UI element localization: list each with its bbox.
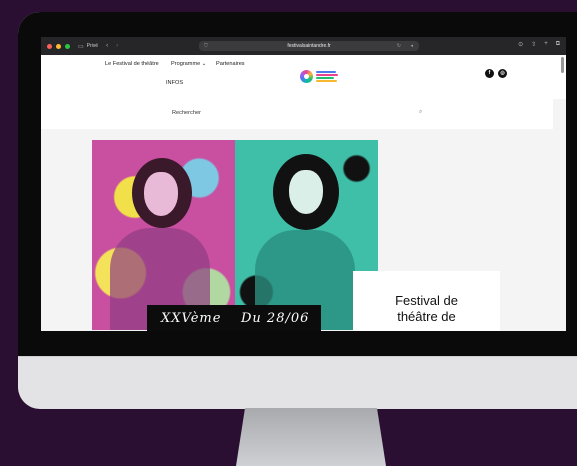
poster-left-face [144, 172, 178, 216]
forward-icon[interactable]: › [116, 43, 118, 49]
caption-edition: XXVème [161, 311, 222, 326]
poster-right-face [289, 170, 323, 214]
festival-title-card: Festival de théâtre de [353, 271, 500, 331]
browser-toolbar: ▭ Privé ‹ › ⛉ festivalsaintandre.fr ↻ ◂ … [41, 37, 566, 55]
instagram-icon[interactable]: ◎ [498, 69, 507, 78]
caption-date: Du 28/06 [241, 311, 310, 326]
shield-icon: ⛉ [204, 43, 208, 49]
logo-mark-icon [300, 69, 313, 83]
address-bar[interactable]: ⛉ festivalsaintandre.fr ↻ ◂ [199, 41, 419, 51]
card-title-line1: Festival de [395, 293, 458, 308]
logo-wordmark [316, 70, 338, 82]
search-icon[interactable]: ⌕ [419, 109, 422, 116]
url-text: festivalsaintandre.fr [287, 43, 331, 49]
nav-item-programme[interactable]: Programme ⌄ [171, 61, 206, 67]
search-band: Rechercher ⌕ [41, 99, 566, 132]
reload-icon[interactable]: ↻ [397, 41, 401, 51]
poster-left-panel [92, 140, 235, 330]
nav-item-infos[interactable]: INFOS [166, 80, 183, 86]
new-tab-icon[interactable]: + [544, 41, 548, 48]
share-icon[interactable]: ⇧ [531, 41, 536, 48]
search-input[interactable]: Rechercher ⌕ [41, 99, 553, 129]
zoom-window-button[interactable] [65, 43, 70, 49]
nav-item-festival[interactable]: Le Festival de théâtre [105, 61, 159, 67]
tabs-icon[interactable]: ⧉ [556, 41, 560, 48]
page-scrollbar[interactable] [561, 57, 564, 73]
private-mode-label: Privé [86, 43, 99, 49]
festival-logo[interactable] [300, 68, 346, 84]
back-icon[interactable]: ‹ [106, 43, 108, 49]
search-placeholder: Rechercher [172, 110, 201, 116]
browser-screen: ▭ Privé ‹ › ⛉ festivalsaintandre.fr ↻ ◂ … [41, 37, 566, 331]
festival-poster [92, 140, 378, 330]
nav-item-programme-label: Programme [171, 61, 201, 67]
download-icon[interactable]: ⊙ [518, 41, 523, 48]
nav-item-partenaires[interactable]: Partenaires [216, 61, 245, 67]
audio-icon[interactable]: ◂ [410, 41, 413, 51]
monitor-chin [18, 356, 577, 409]
close-window-button[interactable] [47, 43, 52, 49]
poster-caption: XXVème Du 28/06 [147, 305, 321, 331]
chevron-down-icon: ⌄ [201, 61, 207, 67]
minimize-window-button[interactable] [56, 43, 61, 49]
card-title-line2: théâtre de [397, 309, 456, 324]
monitor-stand [236, 408, 386, 466]
facebook-icon[interactable]: f [485, 69, 494, 78]
sidebar-icon[interactable]: ▭ [78, 43, 84, 50]
